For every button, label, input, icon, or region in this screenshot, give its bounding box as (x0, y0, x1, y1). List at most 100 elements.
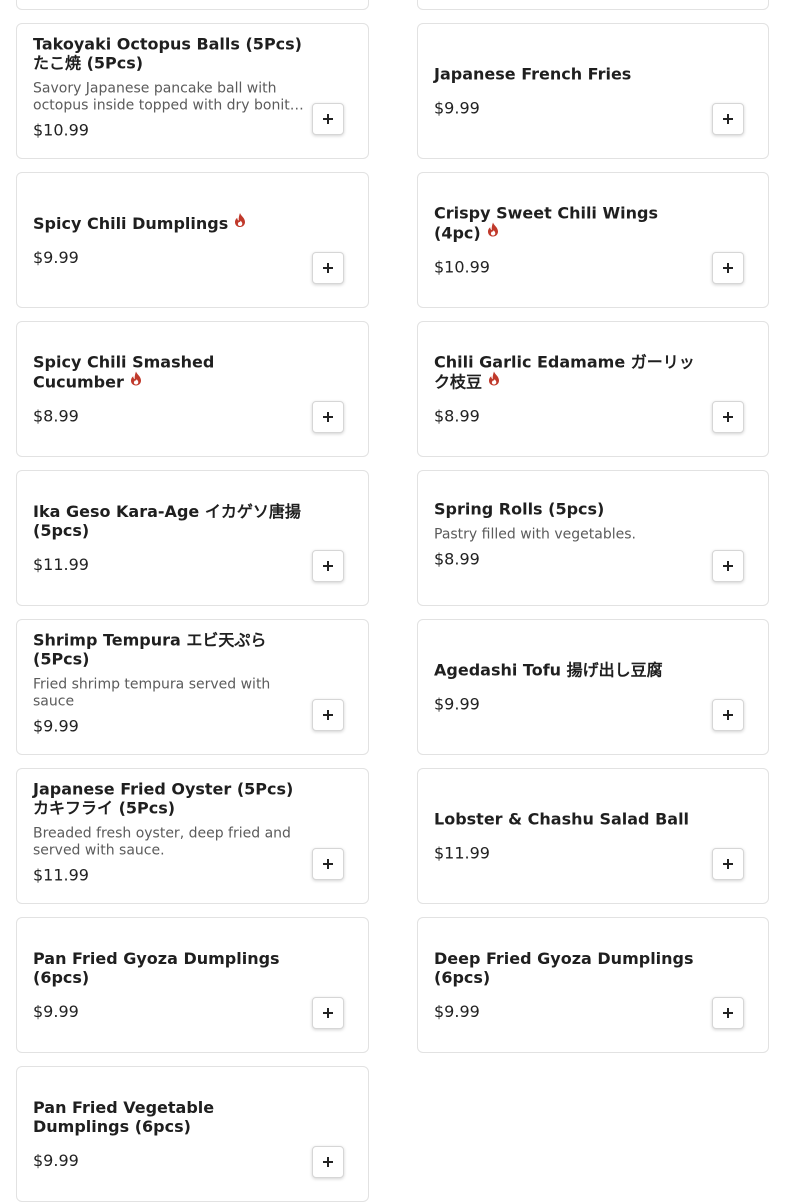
plus-icon (723, 1008, 733, 1018)
menu-item-card[interactable]: Japanese Fried Oyster (5Pcs) カキフライ (5Pcs… (16, 768, 369, 904)
menu-item-name: Spring Rolls (5pcs) (434, 499, 605, 519)
menu-item-description: Pastry filled with vegetables. (434, 526, 636, 543)
menu-item-price: $9.99 (33, 716, 79, 736)
menu-item-name: Pan Fried Gyoza Dumplings (6pcs) (33, 949, 280, 987)
add-to-cart-button[interactable] (312, 848, 344, 880)
spicy-flame-icon (489, 371, 500, 386)
plus-icon (323, 859, 333, 869)
menu-item-name: Crispy Sweet Chili Wings (4pc) (434, 203, 658, 243)
menu-item-price: $11.99 (33, 865, 89, 885)
menu-item-body: Chili Garlic Edamame ガーリック枝豆 $8.99 (434, 353, 708, 426)
menu-item-price: $9.99 (434, 694, 480, 714)
menu-item-card[interactable]: Ika Geso Kara-Age イカゲソ唐揚 (5pcs) $11.99 (16, 470, 369, 606)
menu-item-body: Japanese Fried Oyster (5Pcs) カキフライ (5Pcs… (33, 780, 308, 885)
menu-item-name: Takoyaki Octopus Balls (5Pcs) たこ焼 (5Pcs) (33, 34, 302, 73)
menu-item-description: Breaded fresh oyster, deep fried and ser… (33, 825, 291, 859)
plus-icon (323, 412, 333, 422)
menu-item-card[interactable]: Shrimp Tempura エビ天ぷら (5Pcs) Fried shrimp… (16, 619, 369, 755)
menu-item-name: Agedashi Tofu 揚げ出し豆腐 (434, 660, 663, 680)
menu-item-name: Japanese Fried Oyster (5Pcs) カキフライ (5Pcs… (33, 779, 294, 818)
menu-item-card[interactable]: Pan Fried Vegetable Dumplings (6pcs) $9.… (16, 1066, 369, 1202)
menu-item-body: Agedashi Tofu 揚げ出し豆腐 $9.99 (434, 661, 708, 714)
menu-item-body: Ika Geso Kara-Age イカゲソ唐揚 (5pcs) $11.99 (33, 502, 308, 574)
spicy-flame-icon (235, 213, 246, 227)
menu-item-card[interactable]: Chili Garlic Edamame ガーリック枝豆 $8.99 (417, 321, 769, 457)
menu-item-body: Lobster & Chashu Salad Ball $11.99 (434, 810, 708, 863)
plus-icon (723, 561, 733, 571)
add-to-cart-button[interactable] (312, 1146, 344, 1178)
menu-item-card[interactable]: Spicy Chili Smashed Cucumber $8.99 (16, 321, 369, 457)
menu-item-name: Deep Fried Gyoza Dumplings (6pcs) (434, 949, 694, 987)
menu-item-grid: Takoyaki Octopus Balls (5Pcs) たこ焼 (5Pcs)… (16, 0, 769, 1202)
menu-item-price: $8.99 (33, 406, 79, 426)
add-to-cart-button[interactable] (312, 252, 344, 284)
menu-item-card[interactable]: Agedashi Tofu 揚げ出し豆腐 $9.99 (417, 619, 769, 755)
add-to-cart-button[interactable] (312, 550, 344, 582)
menu-item-card[interactable]: Pan Fried Gyoza Dumplings (6pcs) $9.99 (16, 917, 369, 1053)
plus-icon (723, 263, 733, 273)
add-to-cart-button[interactable] (712, 699, 744, 731)
add-to-cart-button[interactable] (712, 550, 744, 582)
menu-item-card[interactable]: Crispy Sweet Chili Wings (4pc) $10.99 (417, 172, 769, 308)
add-to-cart-button[interactable] (712, 103, 744, 135)
menu-item-card[interactable]: Lobster & Chashu Salad Ball $11.99 (417, 768, 769, 904)
menu-item-name: Japanese French Fries (434, 64, 632, 84)
menu-item-description: Fried shrimp tempura served with sauce (33, 676, 271, 710)
menu-item-body: Deep Fried Gyoza Dumplings (6pcs) $9.99 (434, 949, 708, 1021)
menu-item-price: $9.99 (434, 1002, 480, 1021)
plus-icon (323, 114, 333, 124)
menu-item-card[interactable] (417, 0, 769, 10)
menu-item-body: Pan Fried Vegetable Dumplings (6pcs) $9.… (33, 1098, 308, 1170)
menu-item-name: Spicy Chili Dumplings (33, 214, 229, 233)
add-to-cart-button[interactable] (312, 401, 344, 433)
menu-item-name: Shrimp Tempura エビ天ぷら (5Pcs) (33, 630, 267, 669)
menu-item-name: Ika Geso Kara-Age イカゲソ唐揚 (5pcs) (33, 502, 301, 540)
menu-item-price: $8.99 (434, 406, 480, 426)
spicy-flame-icon (130, 371, 141, 386)
menu-item-name: Lobster & Chashu Salad Ball (434, 809, 690, 829)
menu-item-name-row: Spicy Chili Smashed Cucumber (33, 353, 308, 392)
menu-item-body: Spicy Chili Smashed Cucumber $8.99 (33, 353, 308, 426)
plus-icon (323, 1157, 333, 1167)
add-to-cart-button[interactable] (712, 252, 744, 284)
menu-item-card[interactable]: Takoyaki Octopus Balls (5Pcs) たこ焼 (5Pcs)… (16, 23, 369, 159)
menu-item-price: $9.99 (434, 98, 480, 118)
menu-item-name: Pan Fried Vegetable Dumplings (6pcs) (33, 1098, 215, 1136)
menu-item-card[interactable]: Spring Rolls (5pcs) Pastry filled with v… (417, 470, 769, 606)
menu-item-description: Savory Japanese pancake ball with octopu… (33, 80, 299, 114)
plus-icon (723, 114, 733, 124)
plus-icon (323, 710, 333, 720)
menu-item-price: $11.99 (434, 843, 490, 863)
add-to-cart-button[interactable] (712, 848, 744, 880)
plus-icon (323, 263, 333, 273)
plus-icon (323, 1008, 333, 1018)
add-to-cart-button[interactable] (312, 997, 344, 1029)
menu-item-body: Spring Rolls (5pcs) Pastry filled with v… (434, 500, 708, 569)
menu-item-name-row: Crispy Sweet Chili Wings (4pc) (434, 204, 708, 243)
menu-item-price: $11.99 (33, 555, 89, 574)
menu-item-card[interactable]: Spicy Chili Dumplings $9.99 (16, 172, 369, 308)
menu-item-body: Japanese French Fries $9.99 (434, 65, 708, 118)
menu-item-body: Pan Fried Gyoza Dumplings (6pcs) $9.99 (33, 949, 308, 1021)
menu-item-card[interactable] (16, 0, 369, 10)
add-to-cart-button[interactable] (712, 401, 744, 433)
menu-item-price: $10.99 (33, 120, 89, 140)
add-to-cart-button[interactable] (312, 103, 344, 135)
plus-icon (723, 412, 733, 422)
menu-item-card[interactable]: Deep Fried Gyoza Dumplings (6pcs) $9.99 (417, 917, 769, 1053)
plus-icon (723, 710, 733, 720)
add-to-cart-button[interactable] (312, 699, 344, 731)
add-to-cart-button[interactable] (712, 997, 744, 1029)
menu-item-body: Shrimp Tempura エビ天ぷら (5Pcs) Fried shrimp… (33, 631, 308, 736)
plus-icon (723, 859, 733, 869)
menu-item-name: Chili Garlic Edamame ガーリック枝豆 (434, 352, 695, 392)
menu-item-price: $10.99 (434, 257, 490, 277)
menu-item-body: Crispy Sweet Chili Wings (4pc) $10.99 (434, 204, 708, 277)
menu-item-body: Takoyaki Octopus Balls (5Pcs) たこ焼 (5Pcs)… (33, 35, 308, 140)
menu-item-name: Spicy Chili Smashed Cucumber (33, 352, 215, 392)
menu-item-card[interactable]: Japanese French Fries $9.99 (417, 23, 769, 159)
menu-item-name-row: Spicy Chili Dumplings (33, 213, 308, 233)
spicy-flame-icon (487, 222, 498, 237)
menu-item-name-row: Chili Garlic Edamame ガーリック枝豆 (434, 353, 708, 392)
menu-item-price: $9.99 (33, 248, 79, 267)
